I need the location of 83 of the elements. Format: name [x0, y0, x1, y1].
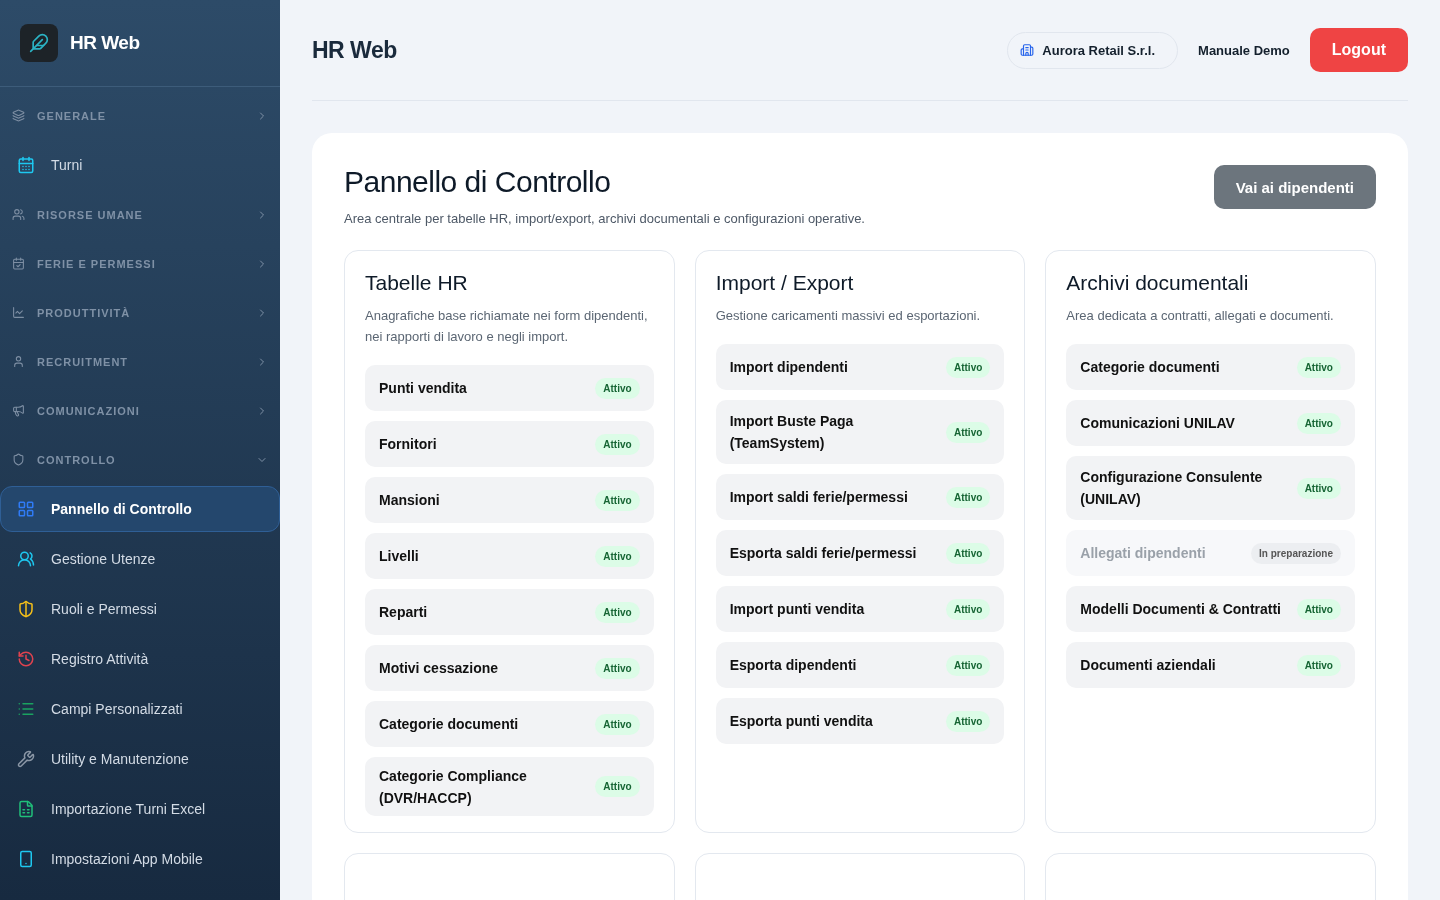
status-badge: Attivo [595, 377, 640, 399]
section-icon [12, 257, 25, 270]
status-badge: Attivo [946, 710, 991, 732]
status-badge: Attivo [946, 486, 991, 508]
feature-item[interactable]: Import dipendenti Attivo [715, 344, 1005, 390]
feature-item[interactable]: Categorie Compliance (DVR/HACCP) Attivo [365, 757, 654, 816]
page-title: HR Web [312, 36, 398, 64]
nav-item[interactable]: Turni [0, 142, 280, 188]
feature-item[interactable]: Comunicazioni UNILAV Attivo [1066, 400, 1355, 446]
nav-icon [17, 700, 35, 718]
nav-item[interactable]: Impostazioni App Mobile [0, 836, 280, 882]
status-badge: Attivo [1296, 654, 1341, 676]
status-badge: Attivo [1296, 477, 1341, 499]
status-badge: Attivo [595, 713, 640, 735]
feature-item[interactable]: Esporta punti vendita Attivo [715, 698, 1005, 744]
card-description: Anagrafiche base richiamate nei form dipendenti, nei rapporti di lavoro e negli import. [365, 307, 649, 346]
section-icon [12, 404, 25, 417]
nav-item[interactable]: Utility e Manutenzione [0, 736, 280, 782]
feature-item[interactable]: Configurazione Consulente (UNILAV) Attivo [1066, 456, 1355, 520]
status-badge: Attivo [946, 421, 991, 443]
status-badge: Attivo [1296, 356, 1341, 378]
nav-item[interactable]: Importazione Turni Excel [0, 786, 280, 832]
status-badge: Attivo [595, 657, 640, 679]
feature-item[interactable]: Import punti vendita Attivo [715, 586, 1005, 632]
status-badge: Attivo [946, 598, 991, 620]
nav-icon [17, 850, 35, 868]
feature-item[interactable]: Import Buste Paga (TeamSystem) Attivo [715, 400, 1005, 464]
feature-item[interactable]: Reparti Attivo [365, 589, 654, 635]
status-badge: Attivo [595, 489, 640, 511]
feature-item[interactable]: Documenti aziendali Attivo [1066, 642, 1355, 688]
panel-title: Pannello di Controllo [344, 165, 612, 199]
card-description: Gestione caricamenti massivi ed esportazioni. [715, 307, 982, 325]
feature-item[interactable]: Categorie documenti Attivo [365, 701, 654, 747]
manual-link[interactable]: Manuale Demo [1198, 42, 1290, 58]
nav-icon [17, 750, 35, 768]
feature-item[interactable]: Import saldi ferie/permessi Attivo [715, 474, 1005, 520]
nav-icon [17, 650, 35, 668]
nav-item[interactable]: Registro Attività [0, 636, 280, 682]
status-badge: Attivo [595, 601, 640, 623]
nav-item[interactable]: Pannello di Controllo [0, 486, 280, 532]
brand-name: HR Web [70, 32, 140, 54]
employees-button[interactable]: Vai ai dipendenti [1213, 165, 1376, 209]
nav-section[interactable]: CONTROLLO [0, 435, 280, 484]
app-logo [20, 24, 58, 62]
feature-item[interactable]: Punti vendita Attivo [365, 365, 654, 411]
status-badge: Attivo [595, 433, 640, 455]
card-description: Area dedicata a contratti, allegati e documenti. [1066, 307, 1335, 325]
panel-subtitle: Area centrale per tabelle HR, import/export, archivi documentali e configurazioni operative. [344, 211, 865, 226]
feature-item[interactable]: Modelli Documenti & Contratti Attivo [1066, 586, 1355, 632]
nav-icon [17, 800, 35, 818]
status-badge: Attivo [946, 542, 991, 564]
status-badge: Attivo [946, 654, 991, 676]
nav-item[interactable]: Gestione Utenze [0, 536, 280, 582]
feature-item[interactable]: Esporta saldi ferie/permessi Attivo [715, 530, 1005, 576]
section-icon [12, 306, 25, 319]
card-title: Import / Export [715, 271, 855, 295]
nav-icon [17, 550, 35, 568]
status-badge: Attivo [1296, 598, 1341, 620]
status-badge: Attivo [595, 776, 640, 797]
status-badge: In preparazione [1251, 542, 1341, 564]
logout-button[interactable]: Logout [1309, 28, 1408, 72]
feature-item[interactable]: Esporta dipendenti Attivo [715, 642, 1005, 688]
feature-item[interactable]: Fornitori Attivo [365, 421, 654, 467]
feature-item[interactable]: Mansioni Attivo [365, 477, 654, 523]
feature-item[interactable]: Categorie documenti Attivo [1066, 344, 1355, 390]
section-icon [12, 355, 25, 368]
feature-item[interactable]: Livelli Attivo [365, 533, 654, 579]
card-title: Archivi documentali [1066, 271, 1250, 295]
section-icon [12, 453, 25, 466]
nav-icon [17, 500, 35, 518]
feature-item[interactable]: Motivi cessazione Attivo [365, 645, 654, 691]
status-badge: Attivo [946, 356, 991, 378]
nav-icon [17, 156, 35, 174]
nav-section[interactable]: COMUNICAZIONI [0, 386, 280, 435]
nav-icon [17, 600, 35, 618]
status-badge: Attivo [1296, 412, 1341, 434]
nav-item[interactable]: Campi Personalizzati [0, 686, 280, 732]
section-icon [12, 208, 25, 221]
building-icon [1020, 43, 1035, 57]
nav-item[interactable]: Ruoli e Permessi [0, 586, 280, 632]
card-title: Tabelle HR [365, 271, 469, 295]
section-icon [12, 109, 25, 122]
status-badge: Attivo [595, 545, 640, 567]
